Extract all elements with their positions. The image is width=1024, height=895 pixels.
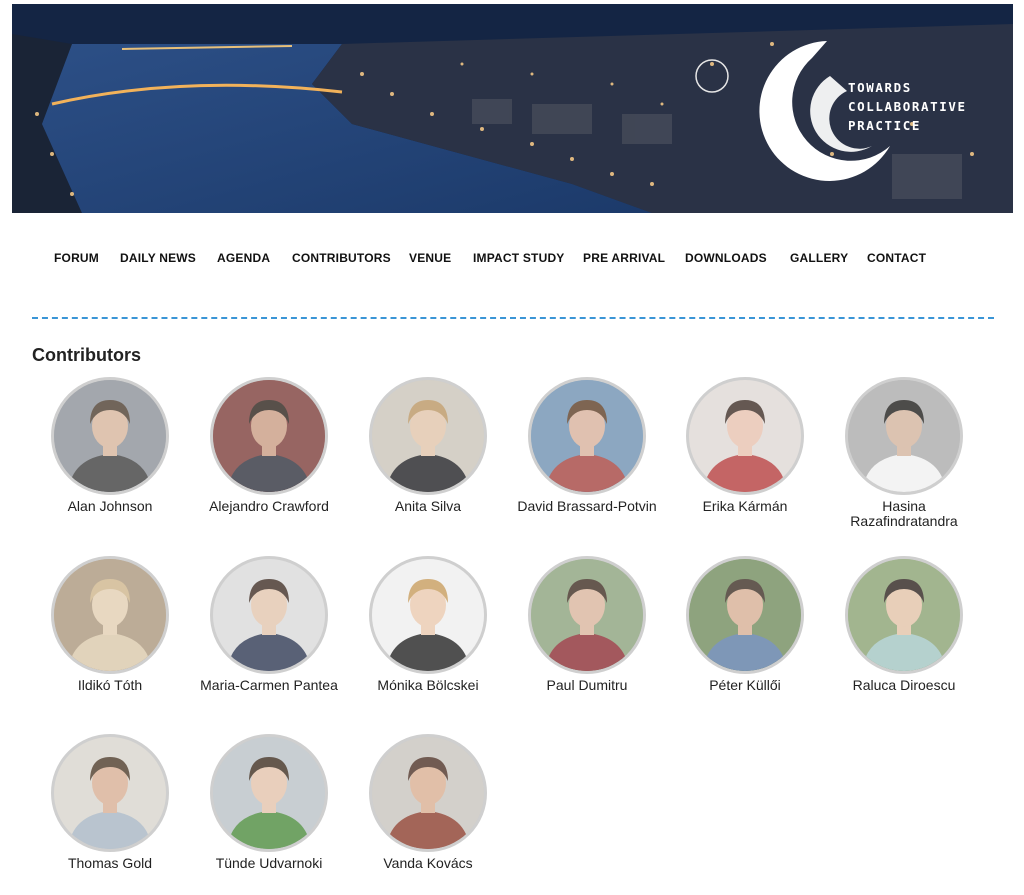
avatar[interactable] <box>845 377 963 495</box>
portrait-photo <box>372 380 484 492</box>
avatar[interactable] <box>686 377 804 495</box>
contributors-grid: Alan Johnson Alejandro Crawford Anita Si… <box>0 0 1024 895</box>
portrait-photo <box>213 380 325 492</box>
contributor-name[interactable]: Alejandro Crawford <box>194 499 344 514</box>
portrait-photo <box>54 380 166 492</box>
portrait-photo <box>848 559 960 671</box>
avatar[interactable] <box>51 556 169 674</box>
avatar[interactable] <box>210 377 328 495</box>
contributor-name[interactable]: Ildikó Tóth <box>35 678 185 693</box>
avatar[interactable] <box>528 556 646 674</box>
contributor-name[interactable]: David Brassard-Potvin <box>512 499 662 514</box>
portrait-photo <box>689 380 801 492</box>
avatar[interactable] <box>210 556 328 674</box>
contributor-name[interactable]: Thomas Gold <box>35 856 185 871</box>
avatar[interactable] <box>51 377 169 495</box>
contributor-name[interactable]: Erika Kármán <box>670 499 820 514</box>
avatar[interactable] <box>369 377 487 495</box>
avatar[interactable] <box>369 556 487 674</box>
contributor-name[interactable]: Vanda Kovács <box>353 856 503 871</box>
portrait-photo <box>689 559 801 671</box>
contributor-name[interactable]: Hasina Razafindratandra <box>829 499 979 529</box>
portrait-photo <box>54 737 166 849</box>
portrait-photo <box>213 559 325 671</box>
avatar[interactable] <box>51 734 169 852</box>
contributor-name[interactable]: Mónika Bölcskei <box>353 678 503 693</box>
portrait-photo <box>372 737 484 849</box>
portrait-photo <box>213 737 325 849</box>
contributor-name[interactable]: Maria-Carmen Pantea <box>194 678 344 693</box>
contributor-name[interactable]: Péter Küllői <box>670 678 820 693</box>
avatar[interactable] <box>369 734 487 852</box>
contributor-name[interactable]: Raluca Diroescu <box>829 678 979 693</box>
portrait-photo <box>531 559 643 671</box>
portrait-photo <box>54 559 166 671</box>
avatar[interactable] <box>210 734 328 852</box>
portrait-photo <box>531 380 643 492</box>
avatar[interactable] <box>528 377 646 495</box>
avatar[interactable] <box>686 556 804 674</box>
contributor-name[interactable]: Paul Dumitru <box>512 678 662 693</box>
contributor-name[interactable]: Tünde Udvarnoki <box>194 856 344 871</box>
portrait-photo <box>848 380 960 492</box>
portrait-photo <box>372 559 484 671</box>
avatar[interactable] <box>845 556 963 674</box>
contributor-name[interactable]: Alan Johnson <box>35 499 185 514</box>
contributor-name[interactable]: Anita Silva <box>353 499 503 514</box>
